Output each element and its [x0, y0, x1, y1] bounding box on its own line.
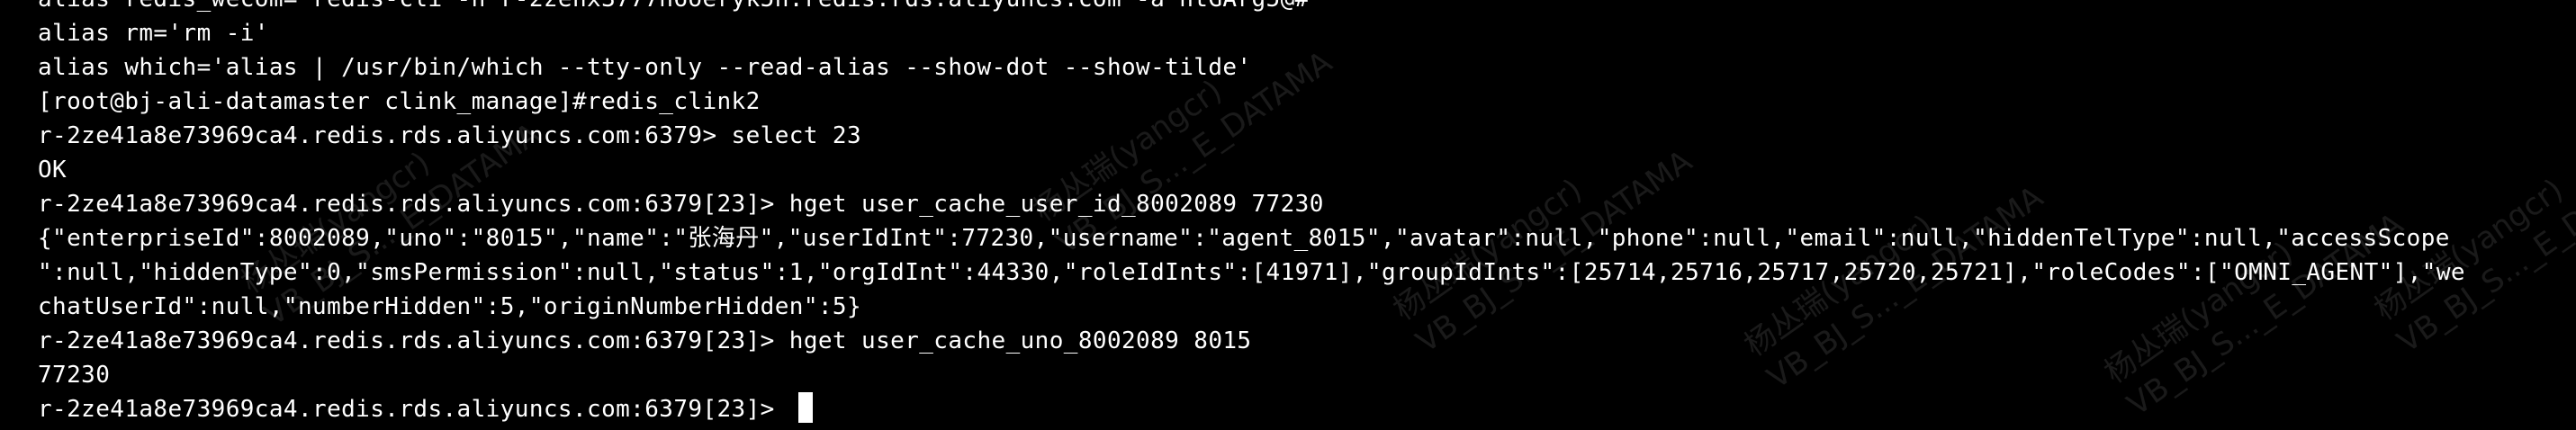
terminal-line: 77230	[38, 362, 111, 389]
terminal-line: {"enterpriseId":8002089,"uno":"8015","na…	[38, 225, 2450, 252]
terminal-line: alias which='alias | /usr/bin/which --tt…	[38, 54, 1252, 81]
prompt-text: r-2ze41a8e73969ca4.redis.rds.aliyuncs.co…	[38, 396, 789, 423]
terminal-line: r-2ze41a8e73969ca4.redis.rds.aliyuncs.co…	[38, 327, 1252, 354]
terminal-line: OK	[38, 157, 68, 184]
terminal-line: chatUserId":null,"numberHidden":5,"origi…	[38, 293, 862, 320]
text-cursor[interactable]	[797, 392, 813, 423]
terminal-prompt-line[interactable]: r-2ze41a8e73969ca4.redis.rds.aliyuncs.co…	[38, 392, 2540, 426]
terminal-line: r-2ze41a8e73969ca4.redis.rds.aliyuncs.co…	[38, 122, 862, 149]
terminal-line: [root@bj-ali-datamaster clink_manage]#re…	[38, 88, 761, 115]
terminal-line: ":null,"hiddenType":0,"smsPermission":nu…	[38, 259, 2465, 286]
terminal-line: r-2ze41a8e73969ca4.redis.rds.aliyuncs.co…	[38, 191, 1324, 218]
terminal-output: alias redis_wecom='redis-cli -h r-2zenx3…	[38, 0, 2540, 426]
terminal-window[interactable]: alias redis_wecom='redis-cli -h r-2zenx3…	[0, 0, 2576, 430]
terminal-line: alias redis_wecom='redis-cli -h r-2zenx3…	[38, 0, 2540, 16]
terminal-line: alias rm='rm -i'	[38, 20, 269, 47]
